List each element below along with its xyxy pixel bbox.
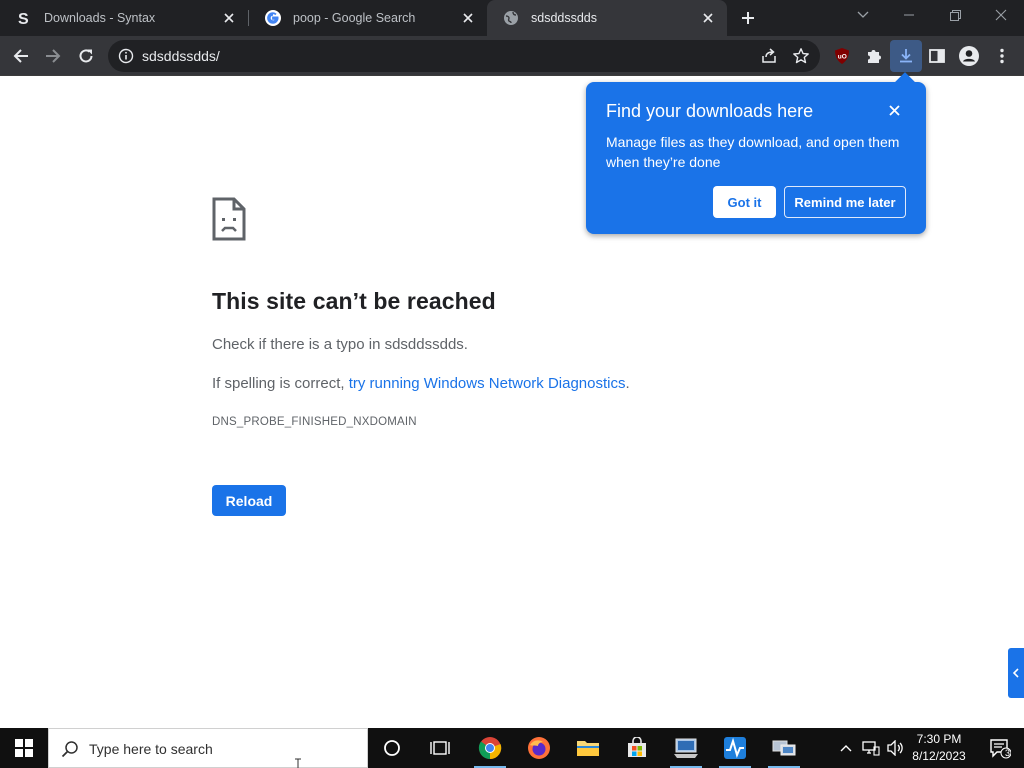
chrome-icon[interactable] bbox=[466, 728, 514, 768]
diagnostics-suffix: . bbox=[625, 375, 630, 392]
tray-overflow-chevron-icon[interactable] bbox=[834, 728, 858, 768]
activity-monitor-icon[interactable] bbox=[711, 728, 759, 768]
remind-later-button[interactable]: Remind me later bbox=[784, 186, 906, 218]
tab-title: Downloads - Syntax bbox=[44, 11, 156, 25]
close-tab-icon[interactable] bbox=[697, 7, 719, 29]
tab-search-chevron-icon[interactable] bbox=[840, 0, 886, 30]
clock-date: 8/12/2023 bbox=[912, 749, 966, 763]
forward-button[interactable] bbox=[37, 40, 69, 72]
error-code: DNS_PROBE_FINISHED_NXDOMAIN bbox=[212, 416, 417, 428]
reload-button[interactable]: Reload bbox=[212, 485, 286, 516]
sad-document-icon bbox=[212, 197, 246, 246]
close-tab-icon[interactable] bbox=[457, 7, 479, 29]
side-panel-toggle[interactable] bbox=[1008, 648, 1024, 698]
close-window-button[interactable] bbox=[978, 0, 1024, 30]
network-diagnostics-link[interactable]: try running Windows Network Diagnostics bbox=[349, 375, 626, 392]
error-title: This site can’t be reached bbox=[212, 288, 496, 314]
search-icon bbox=[61, 740, 79, 763]
clock-time: 7:30 PM bbox=[916, 732, 962, 746]
screen: S Downloads - Syntax poop - Google Searc… bbox=[0, 0, 1024, 768]
new-tab-button[interactable] bbox=[736, 6, 760, 30]
browser-toolbar: sdsddssdds/ uO bbox=[0, 36, 1024, 76]
google-icon bbox=[265, 10, 281, 26]
reload-toolbar-button[interactable] bbox=[70, 40, 102, 72]
profile-avatar-icon[interactable] bbox=[953, 40, 985, 72]
side-panel-icon[interactable] bbox=[921, 40, 953, 72]
cortana-icon[interactable] bbox=[368, 728, 416, 768]
globe-icon bbox=[503, 10, 519, 26]
error-typo-hint: Check if there is a typo in sdsddssdds. bbox=[212, 336, 468, 353]
svg-text:uO: uO bbox=[838, 54, 847, 61]
close-tab-icon[interactable] bbox=[218, 7, 240, 29]
notifications-icon[interactable]: 3 bbox=[976, 728, 1024, 768]
tab-sdsddssdds[interactable]: sdsddssdds bbox=[487, 0, 727, 36]
download-promo-bubble: Find your downloads here Manage files as… bbox=[586, 72, 926, 234]
bubble-body: Manage files as they download, and open … bbox=[606, 134, 900, 170]
task-view-icon[interactable] bbox=[416, 728, 464, 768]
tab-google-search[interactable]: poop - Google Search bbox=[249, 0, 487, 36]
site-info-icon[interactable] bbox=[118, 48, 134, 69]
got-it-button[interactable]: Got it bbox=[713, 186, 776, 218]
firefox-icon[interactable] bbox=[515, 728, 563, 768]
windows-taskbar: Type here to search 7:30 PM 8/12/2023 3 bbox=[0, 728, 1024, 768]
url-text[interactable]: sdsddssdds/ bbox=[142, 48, 220, 64]
start-windows-icon[interactable] bbox=[0, 728, 48, 768]
search-placeholder: Type here to search bbox=[89, 741, 213, 757]
bubble-title: Find your downloads here bbox=[606, 101, 814, 121]
text-cursor-icon bbox=[294, 757, 302, 768]
file-explorer-icon[interactable] bbox=[564, 728, 612, 768]
notification-count: 3 bbox=[1005, 748, 1011, 758]
tab-title: sdsddssdds bbox=[531, 11, 598, 25]
syntax-s-icon: S bbox=[16, 10, 32, 26]
download-icon[interactable] bbox=[890, 40, 922, 72]
minimize-button[interactable] bbox=[886, 0, 932, 30]
svg-text:S: S bbox=[18, 11, 29, 26]
share-icon[interactable] bbox=[760, 47, 778, 70]
address-bar[interactable]: sdsddssdds/ bbox=[108, 40, 820, 72]
extensions-puzzle-icon[interactable] bbox=[858, 40, 890, 72]
network-tray-icon[interactable] bbox=[858, 728, 884, 768]
volume-icon[interactable] bbox=[884, 728, 908, 768]
tab-strip: S Downloads - Syntax poop - Google Searc… bbox=[0, 0, 1024, 36]
microsoft-store-icon[interactable] bbox=[613, 728, 661, 768]
close-bubble-icon[interactable] bbox=[884, 100, 904, 120]
bookmark-star-icon[interactable] bbox=[792, 47, 810, 70]
tab-title: poop - Google Search bbox=[293, 11, 416, 25]
taskbar-search-box[interactable]: Type here to search bbox=[48, 728, 368, 768]
network-app-icon[interactable] bbox=[662, 728, 710, 768]
error-diagnostics-hint: If spelling is correct, try running Wind… bbox=[212, 375, 630, 392]
system-clock[interactable]: 7:30 PM 8/12/2023 bbox=[908, 731, 970, 765]
diagnostics-prefix: If spelling is correct, bbox=[212, 375, 349, 392]
network-connections-icon[interactable] bbox=[760, 728, 808, 768]
back-button[interactable] bbox=[5, 40, 37, 72]
ublock-origin-icon[interactable]: uO bbox=[826, 40, 858, 72]
restore-button[interactable] bbox=[932, 0, 978, 30]
tab-downloads-syntax[interactable]: S Downloads - Syntax bbox=[0, 0, 248, 36]
menu-kebab-icon[interactable] bbox=[986, 40, 1018, 72]
